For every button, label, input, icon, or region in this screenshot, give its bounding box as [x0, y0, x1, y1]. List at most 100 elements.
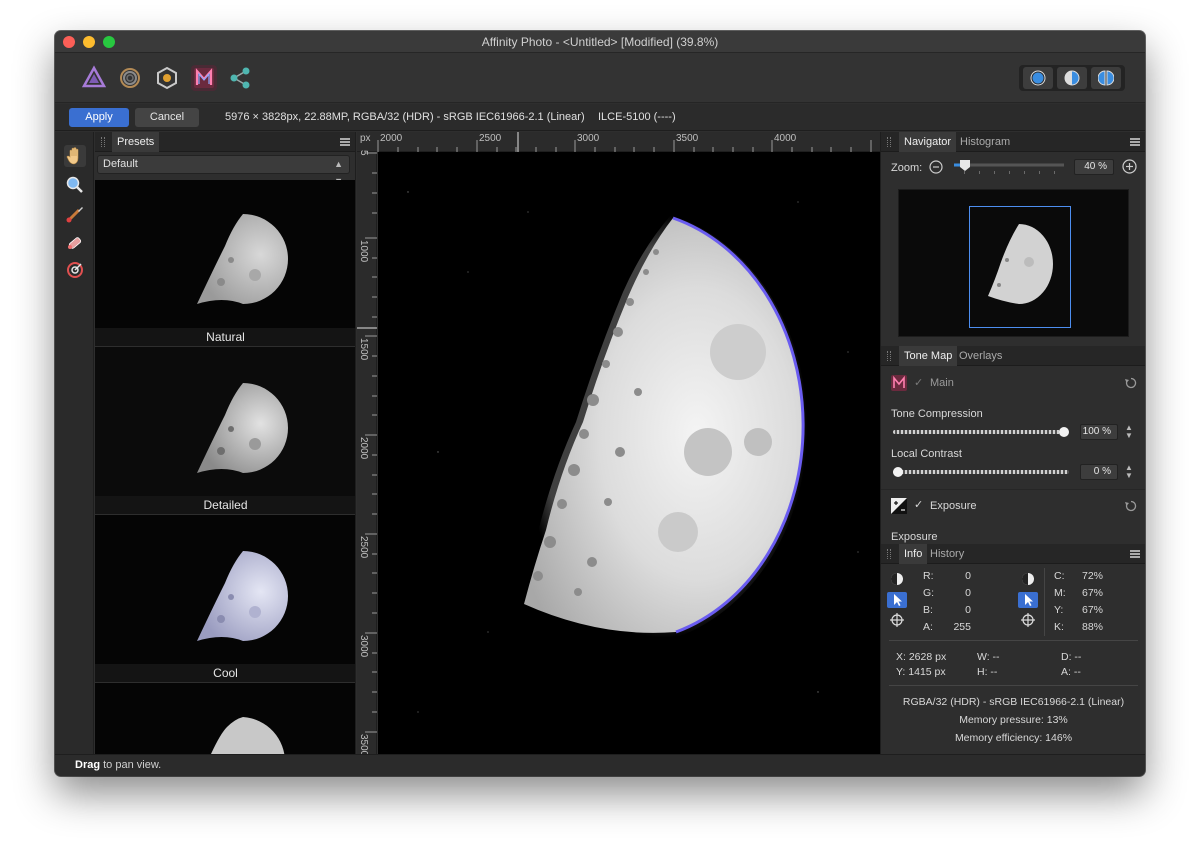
- info-label: R:: [923, 570, 934, 582]
- window-title: Affinity Photo - <Untitled> [Modified] (…: [481, 35, 719, 49]
- local-contrast-knob[interactable]: [893, 467, 903, 477]
- panel-grip-icon[interactable]: [887, 137, 891, 147]
- document-info: 5976 × 3828px, 22.88MP, RGBA/32 (HDR) - …: [225, 111, 585, 123]
- zoom-tool-icon[interactable]: [64, 174, 86, 196]
- color-mode-cmyk-icon[interactable]: [1018, 571, 1038, 587]
- ruler-tick-label: 2000: [358, 437, 369, 460]
- reset-icon[interactable]: [1125, 500, 1137, 512]
- single-view-button[interactable]: [1023, 67, 1053, 89]
- tab-histogram[interactable]: Histogram: [955, 132, 1015, 152]
- preset-item[interactable]: Cool: [95, 515, 355, 682]
- hand-tool-icon[interactable]: [64, 145, 86, 167]
- mirror-view-button[interactable]: [1091, 67, 1121, 89]
- crosshair-target-icon[interactable]: [887, 612, 907, 628]
- navigator-viewport[interactable]: [969, 206, 1071, 328]
- tone-compression-stepper[interactable]: ▲ ▼: [1124, 424, 1134, 440]
- divider: [881, 489, 1145, 490]
- dodge-brush-tool-icon[interactable]: [64, 203, 86, 225]
- preset-category-select[interactable]: Default ▲▼: [97, 155, 350, 186]
- memory-pressure-text: Memory pressure: 13%: [959, 714, 1068, 726]
- exposure-group-label: Exposure: [930, 500, 977, 512]
- tab-navigator[interactable]: Navigator: [899, 132, 957, 152]
- tab-tone-map[interactable]: Tone Map: [899, 346, 958, 366]
- tone-compression-knob[interactable]: [1059, 427, 1069, 437]
- tab-info[interactable]: Info: [899, 544, 928, 564]
- panel-grip-icon[interactable]: [887, 549, 891, 559]
- ruler-ticks: [377, 132, 872, 152]
- zoom-label: Zoom:: [891, 162, 923, 174]
- preset-label: Detailed: [95, 496, 355, 514]
- info-label: Y:: [1054, 604, 1064, 616]
- apply-button[interactable]: Apply: [69, 108, 129, 127]
- info-value: 67%: [1081, 587, 1103, 599]
- info-value: 67%: [1081, 604, 1103, 616]
- liquify-persona-icon[interactable]: [117, 65, 143, 91]
- crosshair-target-icon[interactable]: [1018, 612, 1038, 628]
- preset-item[interactable]: Natural: [95, 180, 355, 346]
- panel-menu-icon[interactable]: [340, 138, 350, 146]
- pointer-target-icon[interactable]: [887, 592, 907, 608]
- preset-label: Cool: [95, 664, 355, 682]
- preset-item[interactable]: [95, 683, 355, 754]
- photo-persona-icon[interactable]: [81, 65, 107, 91]
- selection-angle: A: --: [1061, 666, 1081, 678]
- color-picker-tool-icon[interactable]: [64, 259, 86, 281]
- split-view-button[interactable]: [1057, 67, 1087, 89]
- export-persona-icon[interactable]: [227, 65, 253, 91]
- preset-category-value: Default: [103, 158, 138, 170]
- local-contrast-slider[interactable]: [893, 470, 1069, 474]
- panel-menu-icon[interactable]: [1130, 138, 1140, 146]
- ruler-tick-label: 1500: [358, 338, 369, 361]
- panel-menu-icon[interactable]: [1130, 550, 1140, 558]
- develop-persona-icon[interactable]: [154, 65, 180, 91]
- tone-compression-value[interactable]: 100 %: [1080, 424, 1118, 440]
- zoom-slider[interactable]: [949, 157, 1069, 177]
- tone-mapping-persona-icon[interactable]: [191, 65, 217, 91]
- reset-icon[interactable]: [1125, 377, 1137, 389]
- memory-efficiency-text: Memory efficiency: 146%: [954, 732, 1073, 744]
- panel-grip-icon[interactable]: [101, 137, 105, 147]
- minimize-window-button[interactable]: [83, 36, 95, 48]
- navigator-panel-header: Navigator Histogram: [881, 132, 1145, 152]
- exposure-enabled-check[interactable]: ✓: [914, 498, 923, 511]
- tone-compression-slider[interactable]: [893, 430, 1069, 434]
- ruler-tick-label: 2500: [358, 536, 369, 559]
- divider: [889, 685, 1138, 686]
- info-value: 88%: [1081, 621, 1103, 633]
- tab-presets[interactable]: Presets: [112, 132, 160, 152]
- local-contrast-stepper[interactable]: ▲ ▼: [1124, 464, 1134, 480]
- maximize-window-button[interactable]: [103, 36, 115, 48]
- tab-overlays[interactable]: Overlays: [954, 346, 1007, 366]
- tab-history[interactable]: History: [925, 544, 969, 564]
- zoom-in-icon[interactable]: [1122, 159, 1137, 174]
- preset-thumbnail: [211, 717, 285, 754]
- presets-panel: Presets Default ▲▼ Natural Detailed: [95, 132, 356, 754]
- cursor-y: Y: 1415 px: [896, 666, 946, 678]
- close-window-button[interactable]: [63, 36, 75, 48]
- tonemap-panel-header: Tone Map Overlays: [881, 346, 1145, 366]
- zoom-value-field[interactable]: 40 %: [1074, 159, 1114, 175]
- info-label: A:: [923, 621, 933, 633]
- title-bar: Affinity Photo - <Untitled> [Modified] (…: [55, 31, 1145, 53]
- status-hint-text: to pan view.: [100, 759, 162, 771]
- preset-item[interactable]: Detailed: [95, 347, 355, 514]
- cancel-button[interactable]: Cancel: [135, 108, 199, 127]
- presets-panel-header: Presets: [95, 132, 355, 152]
- local-contrast-value[interactable]: 0 %: [1080, 464, 1118, 480]
- preset-thumbnail: [197, 214, 288, 304]
- status-hint-bold: Drag: [75, 759, 101, 771]
- tools-panel: [55, 132, 94, 754]
- preset-thumbnail: [197, 383, 288, 473]
- navigator-preview[interactable]: [898, 189, 1129, 337]
- horizontal-ruler: px 2000 2500 3000 3500 4000: [357, 132, 880, 152]
- panel-grip-icon[interactable]: [887, 351, 891, 361]
- moon-image: [407, 191, 859, 713]
- color-mode-rgb-icon[interactable]: [887, 571, 907, 587]
- document-canvas[interactable]: [378, 152, 880, 754]
- ruler-tick-label: 3000: [358, 635, 369, 658]
- zoom-out-icon[interactable]: [929, 160, 943, 174]
- burn-brush-tool-icon[interactable]: [64, 231, 86, 253]
- pointer-target-icon[interactable]: [1018, 592, 1038, 608]
- main-enabled-check[interactable]: ✓: [914, 376, 923, 389]
- camera-model: ILCE-5100 (----): [598, 111, 676, 123]
